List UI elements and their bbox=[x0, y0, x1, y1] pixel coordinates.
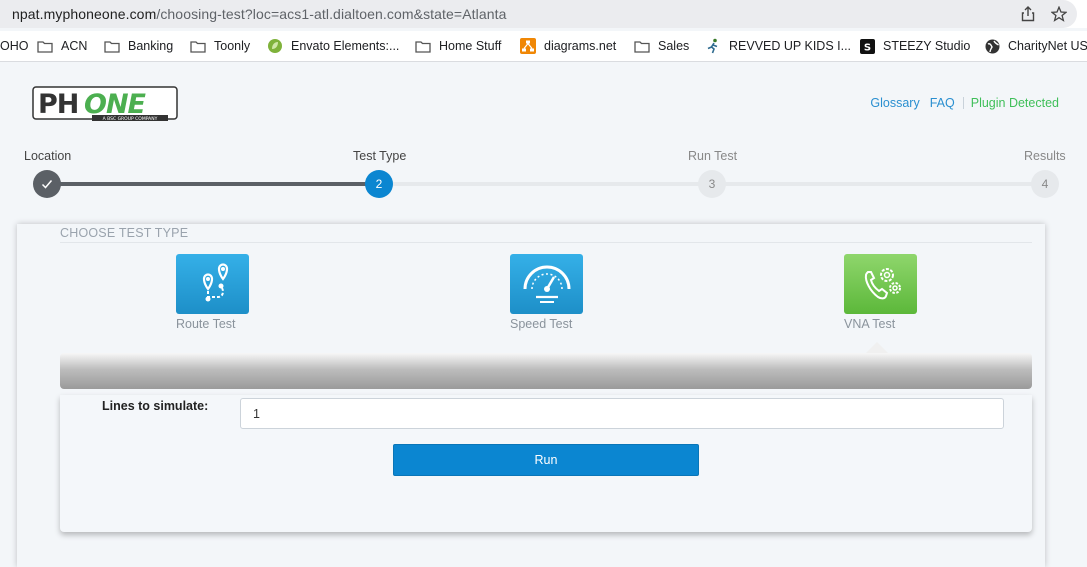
globe-icon bbox=[984, 39, 1000, 53]
bookmark-home-stuff[interactable]: Home Stuff bbox=[415, 37, 501, 55]
step-label-results: Results bbox=[1024, 149, 1066, 163]
bookmark-charitynet[interactable]: CharityNet US bbox=[984, 37, 1087, 55]
vna-test-button[interactable] bbox=[844, 254, 917, 314]
step-label-test-type: Test Type bbox=[353, 149, 407, 163]
folder-icon bbox=[104, 39, 120, 53]
bookmark-revved-up-kids[interactable]: REVVED UP KIDS I... bbox=[705, 37, 851, 55]
bookmarks-bar: OHO ACN Banking Toonly Envato Elements:.… bbox=[0, 31, 1087, 62]
step-label-run-test: Run Test bbox=[688, 149, 738, 163]
phone-gears-icon bbox=[864, 268, 901, 300]
bookmark-envato[interactable]: Envato Elements:... bbox=[267, 37, 399, 55]
folder-icon bbox=[37, 39, 53, 53]
glossary-link[interactable]: Glossary bbox=[870, 96, 919, 110]
bookmark-acn[interactable]: ACN bbox=[37, 37, 87, 55]
diagrams-icon bbox=[520, 38, 536, 54]
url-field[interactable]: npat.myphoneone.com/choosing-test?loc=ac… bbox=[0, 0, 1077, 28]
svg-text:A BSC GROUP COMPANY: A BSC GROUP COMPANY bbox=[103, 116, 158, 122]
steezy-icon: S bbox=[859, 38, 875, 54]
phone-logo[interactable]: PH ONE A BSC GROUP COMPANY bbox=[32, 86, 178, 122]
run-button[interactable]: Run bbox=[393, 444, 699, 476]
step-dot-run-test: 3 bbox=[698, 170, 726, 198]
step-dot-test-type[interactable]: 2 bbox=[365, 170, 393, 198]
speed-test-button[interactable] bbox=[510, 254, 583, 314]
links-divider bbox=[962, 97, 964, 109]
address-bar: npat.myphoneone.com/choosing-test?loc=ac… bbox=[0, 0, 1087, 28]
url-text: npat.myphoneone.com/choosing-test?loc=ac… bbox=[12, 6, 507, 22]
check-icon bbox=[41, 180, 53, 189]
folder-icon bbox=[634, 39, 650, 53]
runner-icon bbox=[705, 38, 721, 54]
share-icon[interactable] bbox=[1019, 5, 1037, 23]
section-title: CHOOSE TEST TYPE bbox=[60, 226, 189, 240]
step-dot-results: 4 bbox=[1031, 170, 1059, 198]
progress-track-complete bbox=[47, 182, 379, 186]
svg-text:S: S bbox=[863, 42, 870, 53]
star-icon[interactable] bbox=[1050, 5, 1068, 23]
route-pins-icon bbox=[202, 263, 228, 302]
folder-icon bbox=[415, 39, 431, 53]
vna-test-label[interactable]: VNA Test bbox=[844, 317, 895, 331]
bookmark-diagrams[interactable]: diagrams.net bbox=[520, 37, 616, 55]
step-dot-location[interactable] bbox=[33, 170, 61, 198]
route-test-button[interactable] bbox=[176, 254, 249, 314]
speedometer-icon bbox=[523, 265, 570, 303]
selected-test-header-bar bbox=[60, 353, 1032, 389]
bookmark-toonly[interactable]: Toonly bbox=[190, 37, 250, 55]
lines-to-simulate-input[interactable] bbox=[240, 398, 1004, 429]
plugin-status: Plugin Detected bbox=[970, 96, 1059, 110]
section-divider bbox=[60, 242, 1032, 243]
svg-text:PH: PH bbox=[38, 89, 78, 120]
lines-to-simulate-label: Lines to simulate: bbox=[102, 399, 209, 413]
bookmark-steezy[interactable]: S STEEZY Studio bbox=[859, 37, 970, 55]
header-links: Glossary FAQ Plugin Detected bbox=[860, 96, 1059, 110]
route-test-label[interactable]: Route Test bbox=[176, 317, 236, 331]
step-label-location: Location bbox=[24, 149, 72, 163]
envato-leaf-icon bbox=[267, 39, 283, 53]
bookmark-banking[interactable]: Banking bbox=[104, 37, 173, 55]
bookmark-oho[interactable]: OHO bbox=[0, 37, 28, 55]
folder-icon bbox=[190, 39, 206, 53]
faq-link[interactable]: FAQ bbox=[930, 96, 955, 110]
bookmark-sales[interactable]: Sales bbox=[634, 37, 689, 55]
speed-test-label[interactable]: Speed Test bbox=[510, 317, 572, 331]
